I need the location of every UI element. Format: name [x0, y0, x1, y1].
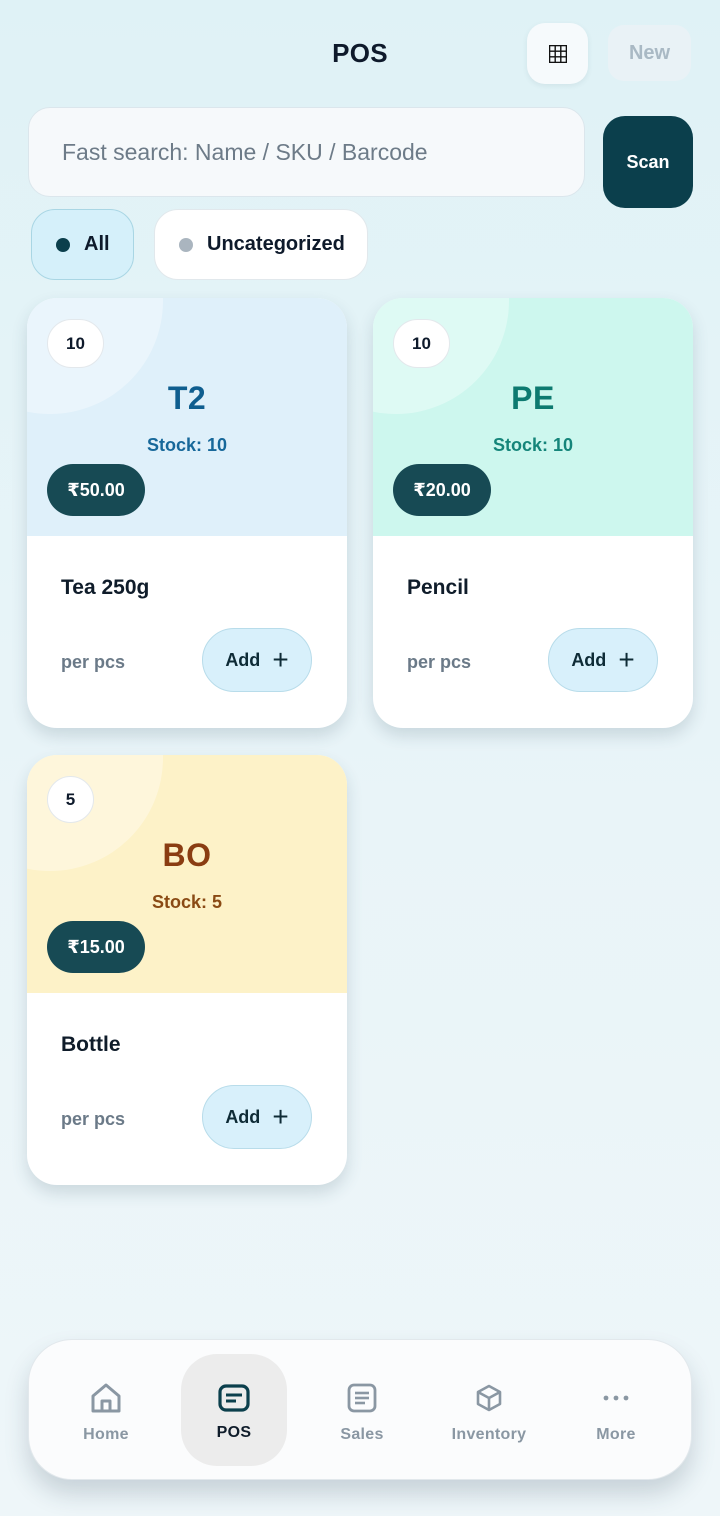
nav-item-inventory[interactable]: Inventory	[436, 1354, 542, 1466]
product-name: Tea 250g	[61, 576, 150, 599]
home-icon	[91, 1383, 121, 1413]
stock-label: Stock: 10	[492, 435, 574, 455]
sales-icon	[347, 1383, 377, 1413]
add-button-label: Add	[571, 649, 607, 670]
add-button[interactable]: Add +	[202, 1085, 312, 1149]
product-card-tea[interactable]: 10 T2 Stock: 10 ₹50.00 Tea 250g per pcs …	[27, 298, 347, 728]
nav-label: Sales	[340, 1426, 384, 1443]
filter-chip-all[interactable]: All	[31, 209, 134, 280]
inventory-icon	[476, 1384, 502, 1412]
add-button-label: Add	[225, 649, 261, 670]
pos-icon	[218, 1384, 250, 1412]
scan-button[interactable]: Scan	[603, 116, 693, 208]
new-button[interactable]: New	[608, 25, 691, 81]
filter-chip-uncategorized[interactable]: Uncategorized	[154, 209, 368, 280]
add-button-label: Add	[225, 1106, 261, 1127]
search-input[interactable]	[62, 138, 584, 166]
bottom-nav: Home POS Sales Inventory More	[28, 1339, 692, 1480]
nav-item-pos[interactable]: POS	[181, 1354, 287, 1466]
add-button[interactable]: Add +	[548, 628, 658, 692]
nav-item-more[interactable]: More	[563, 1354, 669, 1466]
nav-item-home[interactable]: Home	[53, 1354, 159, 1466]
product-name: Pencil	[407, 576, 469, 599]
nav-item-sales[interactable]: Sales	[309, 1354, 415, 1466]
price-pill: ₹50.00	[47, 464, 145, 516]
product-code: PE	[511, 380, 555, 416]
plus-icon: +	[272, 1101, 289, 1132]
quantity-badge: 10	[47, 319, 104, 368]
stock-label: Stock: 5	[151, 892, 223, 912]
plus-icon: +	[272, 644, 289, 675]
product-card-pencil[interactable]: 10 PE Stock: 10 ₹20.00 Pencil per pcs Ad…	[373, 298, 693, 728]
filter-chip-label: All	[84, 233, 110, 255]
product-card-bottle[interactable]: 5 BO Stock: 5 ₹15.00 Bottle per pcs Add …	[27, 755, 347, 1185]
plus-icon: +	[618, 644, 635, 675]
nav-label: More	[596, 1426, 636, 1443]
more-icon	[603, 1395, 629, 1401]
nav-label: POS	[216, 1424, 252, 1441]
quantity-badge: 5	[47, 776, 94, 823]
selected-dot-icon	[56, 237, 70, 252]
grid-view-button[interactable]	[527, 23, 588, 84]
filter-chip-label: Uncategorized	[207, 233, 345, 255]
unit-label: per pcs	[61, 1109, 126, 1129]
dot-icon	[179, 237, 193, 252]
grid-icon	[548, 44, 567, 63]
product-card-header: 10 PE Stock: 10 ₹20.00	[373, 298, 693, 536]
stock-label: Stock: 10	[146, 435, 228, 455]
product-code: T2	[167, 380, 207, 416]
price-pill: ₹20.00	[393, 464, 491, 516]
product-name: Bottle	[61, 1033, 121, 1056]
price-pill: ₹15.00	[47, 921, 145, 973]
unit-label: per pcs	[61, 652, 126, 672]
add-button[interactable]: Add +	[202, 628, 312, 692]
product-card-header: 10 T2 Stock: 10 ₹50.00	[27, 298, 347, 536]
nav-label: Inventory	[451, 1426, 527, 1443]
quantity-badge: 10	[393, 319, 450, 368]
product-code: BO	[162, 837, 212, 873]
product-card-header: 5 BO Stock: 5 ₹15.00	[27, 755, 347, 993]
search-box[interactable]	[28, 107, 585, 197]
unit-label: per pcs	[407, 652, 472, 672]
nav-label: Home	[83, 1426, 129, 1443]
